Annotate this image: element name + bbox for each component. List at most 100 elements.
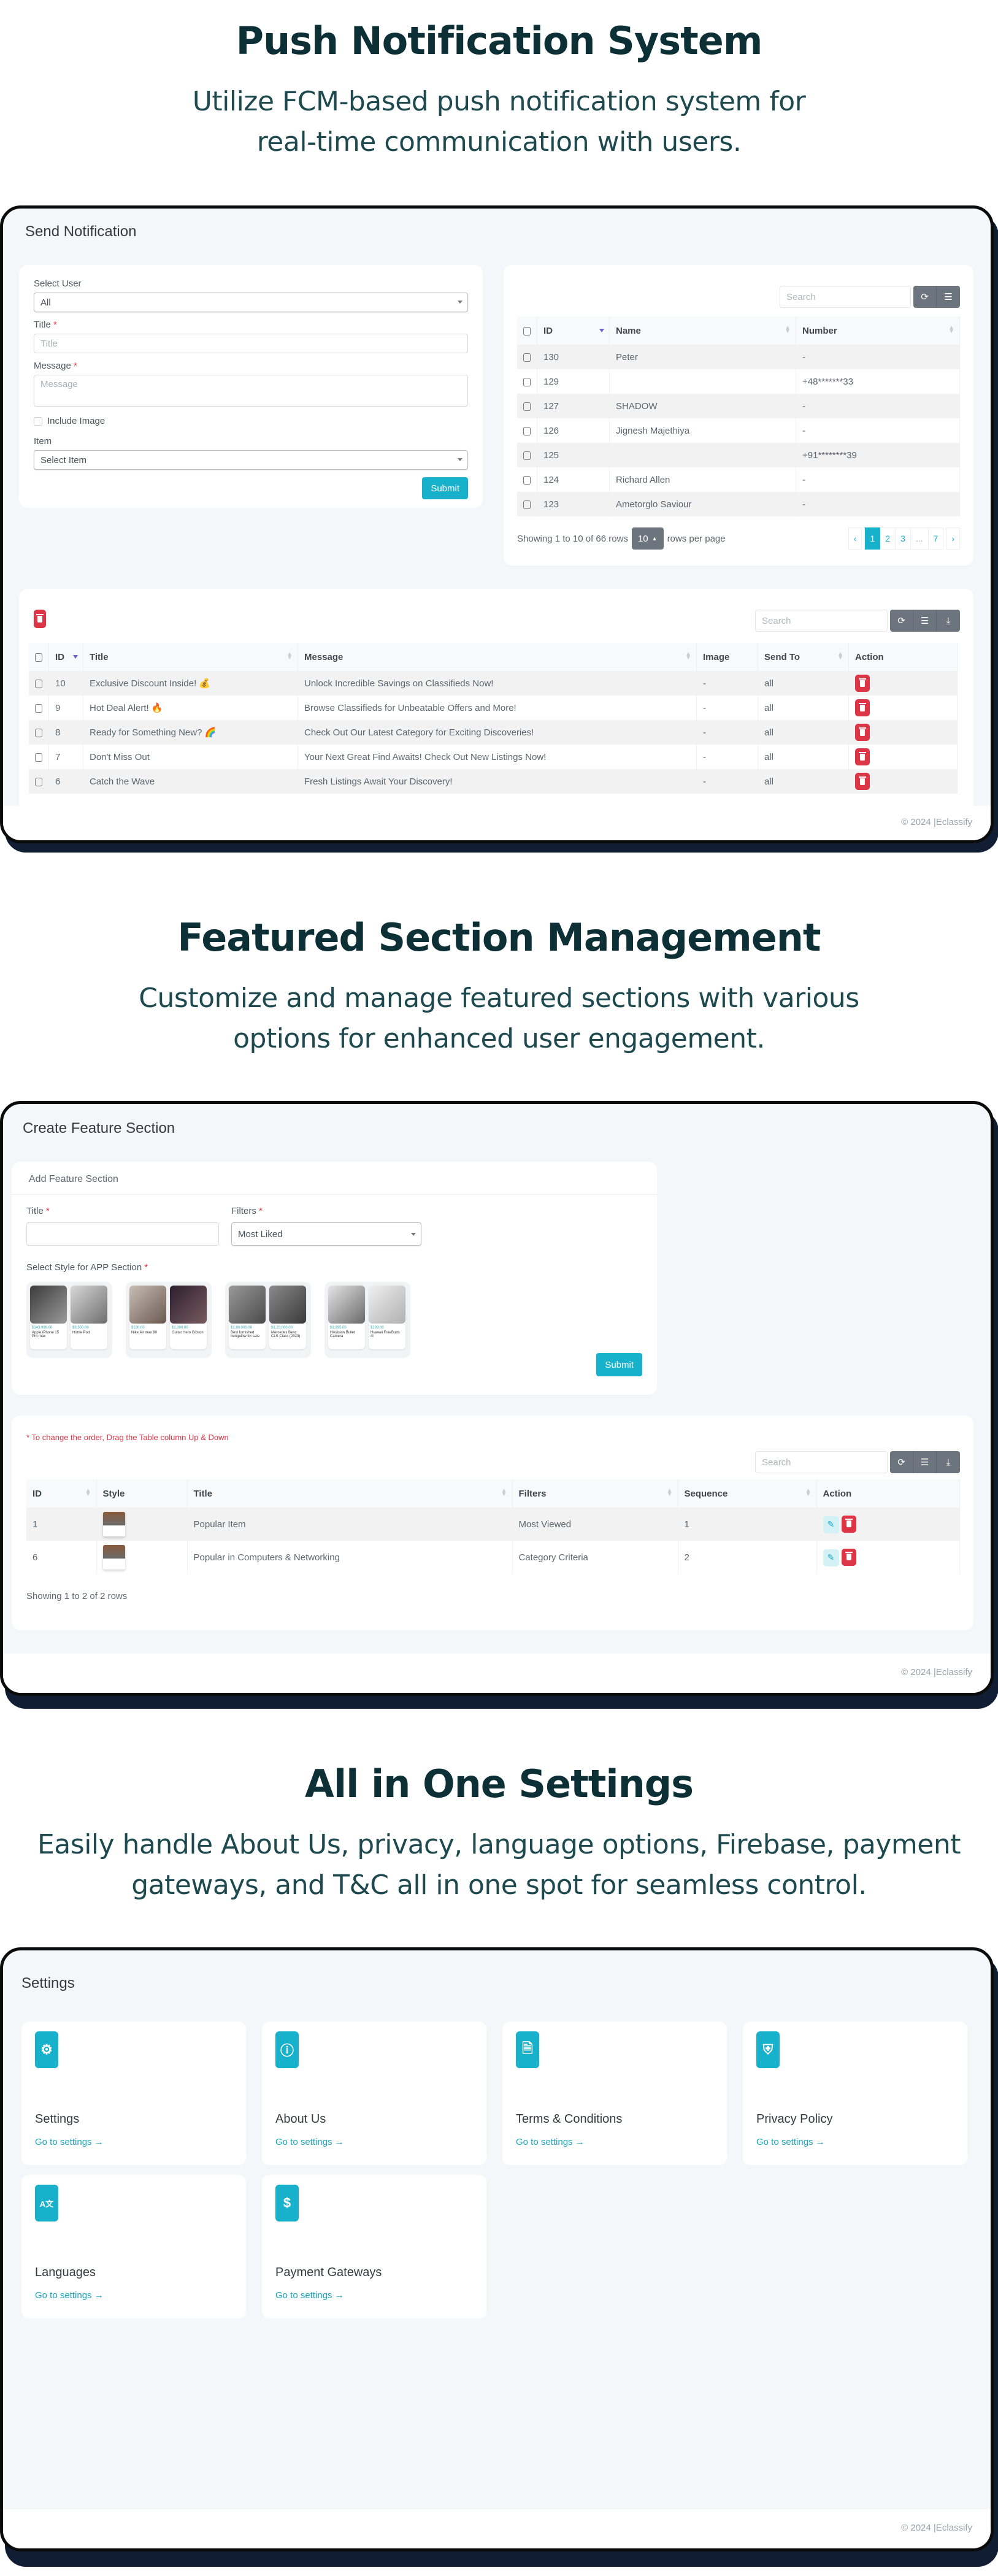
filters-dropdown[interactable]: Most Liked xyxy=(231,1222,421,1246)
row-checkbox[interactable] xyxy=(523,475,531,485)
page-button[interactable]: 1 xyxy=(864,527,881,550)
row-checkbox-cell xyxy=(29,769,49,794)
item-dropdown[interactable]: Select Item xyxy=(34,450,468,470)
go-to-settings-link[interactable]: Go to settings → xyxy=(35,2290,104,2301)
table-row[interactable]: 7 Don't Miss Out Your Next Great Find Awai… xyxy=(29,745,958,769)
table-row[interactable]: 123 Ametorglo Saviour - xyxy=(517,492,960,516)
column-header-title[interactable]: Title ▲ ▼ xyxy=(187,1479,513,1508)
bulk-delete-button[interactable] xyxy=(34,610,46,628)
prev-page-button[interactable]: ‹ xyxy=(848,527,862,550)
table-row[interactable]: 6 Catch the Wave Fresh Listings Await Your… xyxy=(29,769,958,794)
table-row[interactable]: 125 +91********39 xyxy=(517,443,960,467)
row-checkbox[interactable] xyxy=(35,753,42,762)
row-checkbox[interactable] xyxy=(523,500,531,509)
delete-button[interactable] xyxy=(855,724,870,741)
feature-search-input[interactable] xyxy=(755,1451,888,1473)
cell-number: - xyxy=(796,418,960,443)
row-checkbox[interactable] xyxy=(523,402,531,411)
refresh-icon[interactable]: ⟳ xyxy=(890,1451,913,1473)
submit-button[interactable]: Submit xyxy=(596,1353,642,1376)
delete-button[interactable] xyxy=(841,1515,856,1533)
edit-button[interactable]: ✎ xyxy=(823,1516,839,1533)
settings-card[interactable]: ⚙ Settings Go to settings → xyxy=(21,2022,246,2165)
row-checkbox[interactable] xyxy=(523,426,531,435)
column-header-id[interactable]: ID xyxy=(537,316,610,345)
delete-button[interactable] xyxy=(855,773,870,790)
delete-button[interactable] xyxy=(855,675,870,692)
feature-title-input[interactable] xyxy=(26,1222,219,1246)
row-checkbox[interactable] xyxy=(35,703,42,713)
settings-card[interactable]: ⛨ Privacy Policy Go to settings → xyxy=(743,2022,967,2165)
refresh-icon[interactable]: ⟳ xyxy=(913,286,937,308)
showing-text: Showing 1 to 10 of 66 rows xyxy=(517,533,628,544)
table-row[interactable]: 1 Popular Item Most Viewed 1 ✎ xyxy=(26,1508,960,1541)
columns-list-icon[interactable]: ☰ xyxy=(913,1451,937,1473)
column-header-sequence[interactable]: Sequence ▲ ▼ xyxy=(678,1479,817,1508)
column-header-message[interactable]: Message ▲ ▼ xyxy=(297,643,697,671)
column-header-filters[interactable]: Filters ▲ ▼ xyxy=(512,1479,678,1508)
page-button[interactable]: 2 xyxy=(880,527,896,550)
column-header-id[interactable]: ID xyxy=(48,643,83,671)
page-size-dropdown[interactable]: 10 ▲ xyxy=(631,527,664,550)
download-icon[interactable]: ⤓ xyxy=(937,1451,960,1473)
table-row[interactable]: 130 Peter - xyxy=(517,345,960,369)
column-header-name[interactable]: Name ▲ ▼ xyxy=(609,316,796,345)
row-checkbox[interactable] xyxy=(35,777,42,786)
style-option[interactable]: $130.00 Nike Air max 90 $1,200.00 Guitar He… xyxy=(126,1282,212,1358)
select-all-checkbox[interactable] xyxy=(523,326,531,335)
settings-card[interactable]: ⓘ About Us Go to settings → xyxy=(262,2022,486,2165)
row-checkbox[interactable] xyxy=(523,377,531,386)
go-to-settings-link[interactable]: Go to settings → xyxy=(275,2137,344,2147)
column-header-title[interactable]: Title ▲ ▼ xyxy=(83,643,298,671)
table-row[interactable]: 8 Ready for Something New? 🌈 Check Out Our… xyxy=(29,720,958,745)
table-row[interactable]: 124 Richard Allen - xyxy=(517,467,960,492)
message-textarea[interactable] xyxy=(34,375,468,407)
go-to-settings-link[interactable]: Go to settings → xyxy=(275,2290,344,2301)
download-icon[interactable]: ⤓ xyxy=(937,610,960,632)
table-row[interactable]: 9 Hot Deal Alert! 🔥 Browse Classifieds for… xyxy=(29,696,958,720)
row-checkbox[interactable] xyxy=(35,679,42,688)
edit-button[interactable]: ✎ xyxy=(823,1549,839,1566)
refresh-icon[interactable]: ⟳ xyxy=(890,610,913,632)
row-checkbox-cell xyxy=(517,369,537,394)
style-option[interactable]: $1,90,000.00 Best furnished bungalow for … xyxy=(225,1282,311,1358)
table-row[interactable]: 6 Popular in Computers & Networking Catego… xyxy=(26,1541,960,1574)
next-page-button[interactable]: › xyxy=(946,527,960,550)
column-header-send-to[interactable]: Send To ▲ ▼ xyxy=(758,643,849,671)
go-to-settings-link[interactable]: Go to settings → xyxy=(516,2137,585,2147)
notifications-search-input[interactable] xyxy=(755,610,888,632)
users-search-input[interactable] xyxy=(780,286,911,308)
column-header-id[interactable]: ID ▲ ▼ xyxy=(26,1479,97,1508)
table-row[interactable]: 126 Jignesh Majethiya - xyxy=(517,418,960,443)
page-button[interactable]: 7 xyxy=(928,527,944,550)
settings-card[interactable]: A文 Languages Go to settings → xyxy=(21,2175,246,2318)
sort-desc-icon xyxy=(599,329,604,332)
table-row[interactable]: 10 Exclusive Discount Inside! 💰 Unlock Inc… xyxy=(29,671,958,696)
table-row[interactable]: 129 +48*******33 xyxy=(517,369,960,394)
select-user-dropdown[interactable]: All xyxy=(34,293,468,312)
cell-title: Don't Miss Out xyxy=(83,745,298,769)
columns-list-icon[interactable]: ☰ xyxy=(937,286,960,308)
title-field: Title * xyxy=(26,1206,219,1246)
settings-card[interactable]: $ Payment Gateways Go to settings → xyxy=(262,2175,486,2318)
page-button[interactable]: 3 xyxy=(896,527,911,550)
settings-card[interactable]: 🗎 Terms & Conditions Go to settings → xyxy=(502,2022,727,2165)
row-checkbox[interactable] xyxy=(35,728,42,737)
column-header-number[interactable]: Number ▲ ▼ xyxy=(796,316,960,345)
style-option[interactable]: $1,995.00 Hikvision Bullet Camera $199.00 H… xyxy=(324,1282,410,1358)
row-checkbox[interactable] xyxy=(523,451,531,460)
title-input[interactable] xyxy=(34,334,468,353)
delete-button[interactable] xyxy=(841,1548,856,1566)
row-checkbox[interactable] xyxy=(523,353,531,362)
style-option[interactable]: $143,999.00 Apple iPhone 15 Pro max $9,500… xyxy=(26,1282,112,1358)
sort-desc-icon xyxy=(73,655,78,659)
delete-button[interactable] xyxy=(855,748,870,765)
table-row[interactable]: 127 SHADOW - xyxy=(517,394,960,418)
select-all-checkbox[interactable] xyxy=(35,653,42,662)
go-to-settings-link[interactable]: Go to settings → xyxy=(35,2137,104,2147)
delete-button[interactable] xyxy=(855,699,870,716)
submit-button[interactable]: Submit xyxy=(422,477,468,499)
go-to-settings-link[interactable]: Go to settings → xyxy=(756,2137,825,2147)
include-image-checkbox[interactable] xyxy=(34,416,42,426)
columns-list-icon[interactable]: ☰ xyxy=(913,610,937,632)
